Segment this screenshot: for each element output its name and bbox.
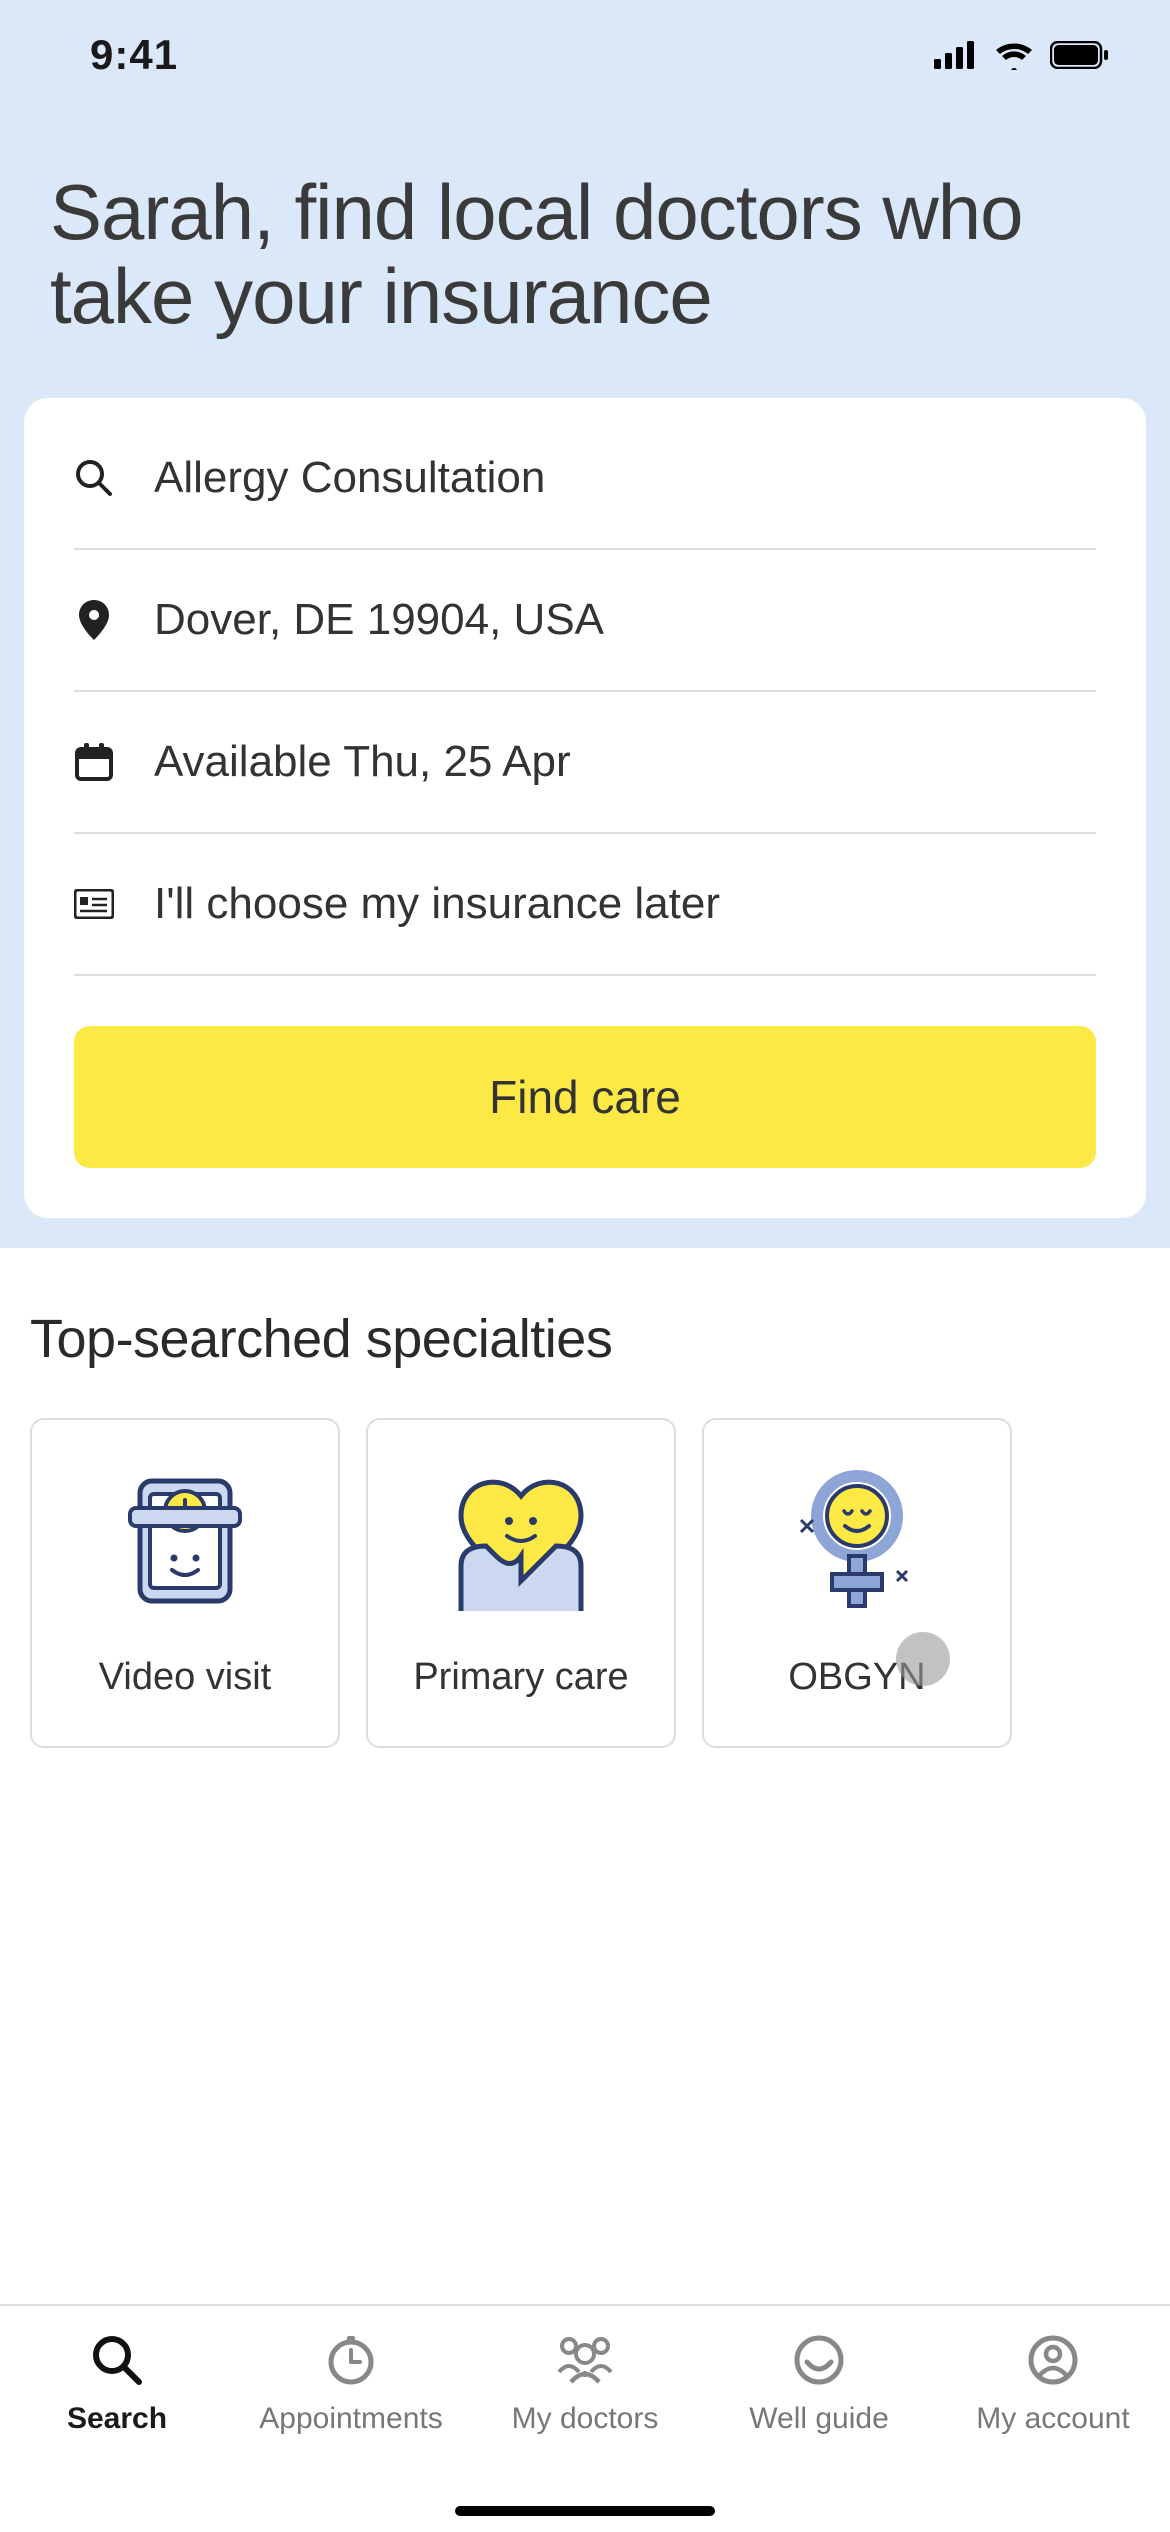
insurance-value: I'll choose my insurance later	[154, 879, 720, 929]
specialty-card-primary-care[interactable]: Primary care	[366, 1418, 676, 1748]
indicator-dot	[896, 1632, 950, 1686]
tab-label: Search	[67, 2402, 167, 2436]
location-value: Dover, DE 19904, USA	[154, 595, 604, 645]
insurance-field[interactable]: I'll choose my insurance later	[74, 834, 1096, 976]
specialty-value: Allergy Consultation	[154, 453, 545, 503]
hero-section: Sarah, find local doctors who take your …	[0, 110, 1170, 1248]
specialties-title: Top-searched specialties	[30, 1308, 1140, 1370]
calendar-icon	[74, 743, 114, 781]
tab-well-guide[interactable]: Well guide	[702, 2328, 936, 2436]
cellular-icon	[934, 41, 978, 69]
search-icon	[74, 458, 114, 498]
tab-bar: Search Appointments My doctors Well guid…	[0, 2304, 1170, 2532]
search-card: Allergy Consultation Dover, DE 19904, US…	[24, 398, 1146, 1218]
primary-care-icon	[436, 1456, 606, 1626]
video-visit-icon	[100, 1456, 270, 1626]
status-bar: 9:41	[0, 0, 1170, 110]
wifi-icon	[994, 40, 1034, 70]
specialty-label: Primary care	[413, 1656, 628, 1699]
tab-label: Appointments	[259, 2402, 442, 2436]
home-indicator	[455, 2506, 715, 2516]
specialty-card-video-visit[interactable]: Video visit	[30, 1418, 340, 1748]
specialty-card-obgyn[interactable]: OBGYN	[702, 1418, 1012, 1748]
account-icon	[1021, 2328, 1085, 2392]
tab-label: My doctors	[512, 2402, 659, 2436]
date-field[interactable]: Available Thu, 25 Apr	[74, 692, 1096, 834]
obgyn-icon	[772, 1456, 942, 1626]
specialties-section: Top-searched specialties Video visit	[0, 1248, 1170, 1748]
location-icon	[74, 600, 114, 640]
specialty-label: Video visit	[99, 1656, 272, 1699]
specialty-field[interactable]: Allergy Consultation	[74, 408, 1096, 550]
battery-icon	[1050, 41, 1110, 69]
status-time: 9:41	[90, 31, 178, 79]
tab-my-account[interactable]: My account	[936, 2328, 1170, 2436]
location-field[interactable]: Dover, DE 19904, USA	[74, 550, 1096, 692]
specialties-row[interactable]: Video visit Primary care	[30, 1418, 1140, 1748]
status-icons	[934, 40, 1110, 70]
tab-label: My account	[976, 2402, 1129, 2436]
tab-label: Well guide	[749, 2402, 889, 2436]
smile-icon	[787, 2328, 851, 2392]
doctors-icon	[553, 2328, 617, 2392]
find-care-button[interactable]: Find care	[74, 1026, 1096, 1168]
clock-icon	[319, 2328, 383, 2392]
tab-appointments[interactable]: Appointments	[234, 2328, 468, 2436]
tab-search[interactable]: Search	[0, 2328, 234, 2436]
search-icon	[85, 2328, 149, 2392]
page-title: Sarah, find local doctors who take your …	[50, 170, 1120, 338]
insurance-card-icon	[74, 889, 114, 919]
date-value: Available Thu, 25 Apr	[154, 737, 571, 787]
tab-my-doctors[interactable]: My doctors	[468, 2328, 702, 2436]
